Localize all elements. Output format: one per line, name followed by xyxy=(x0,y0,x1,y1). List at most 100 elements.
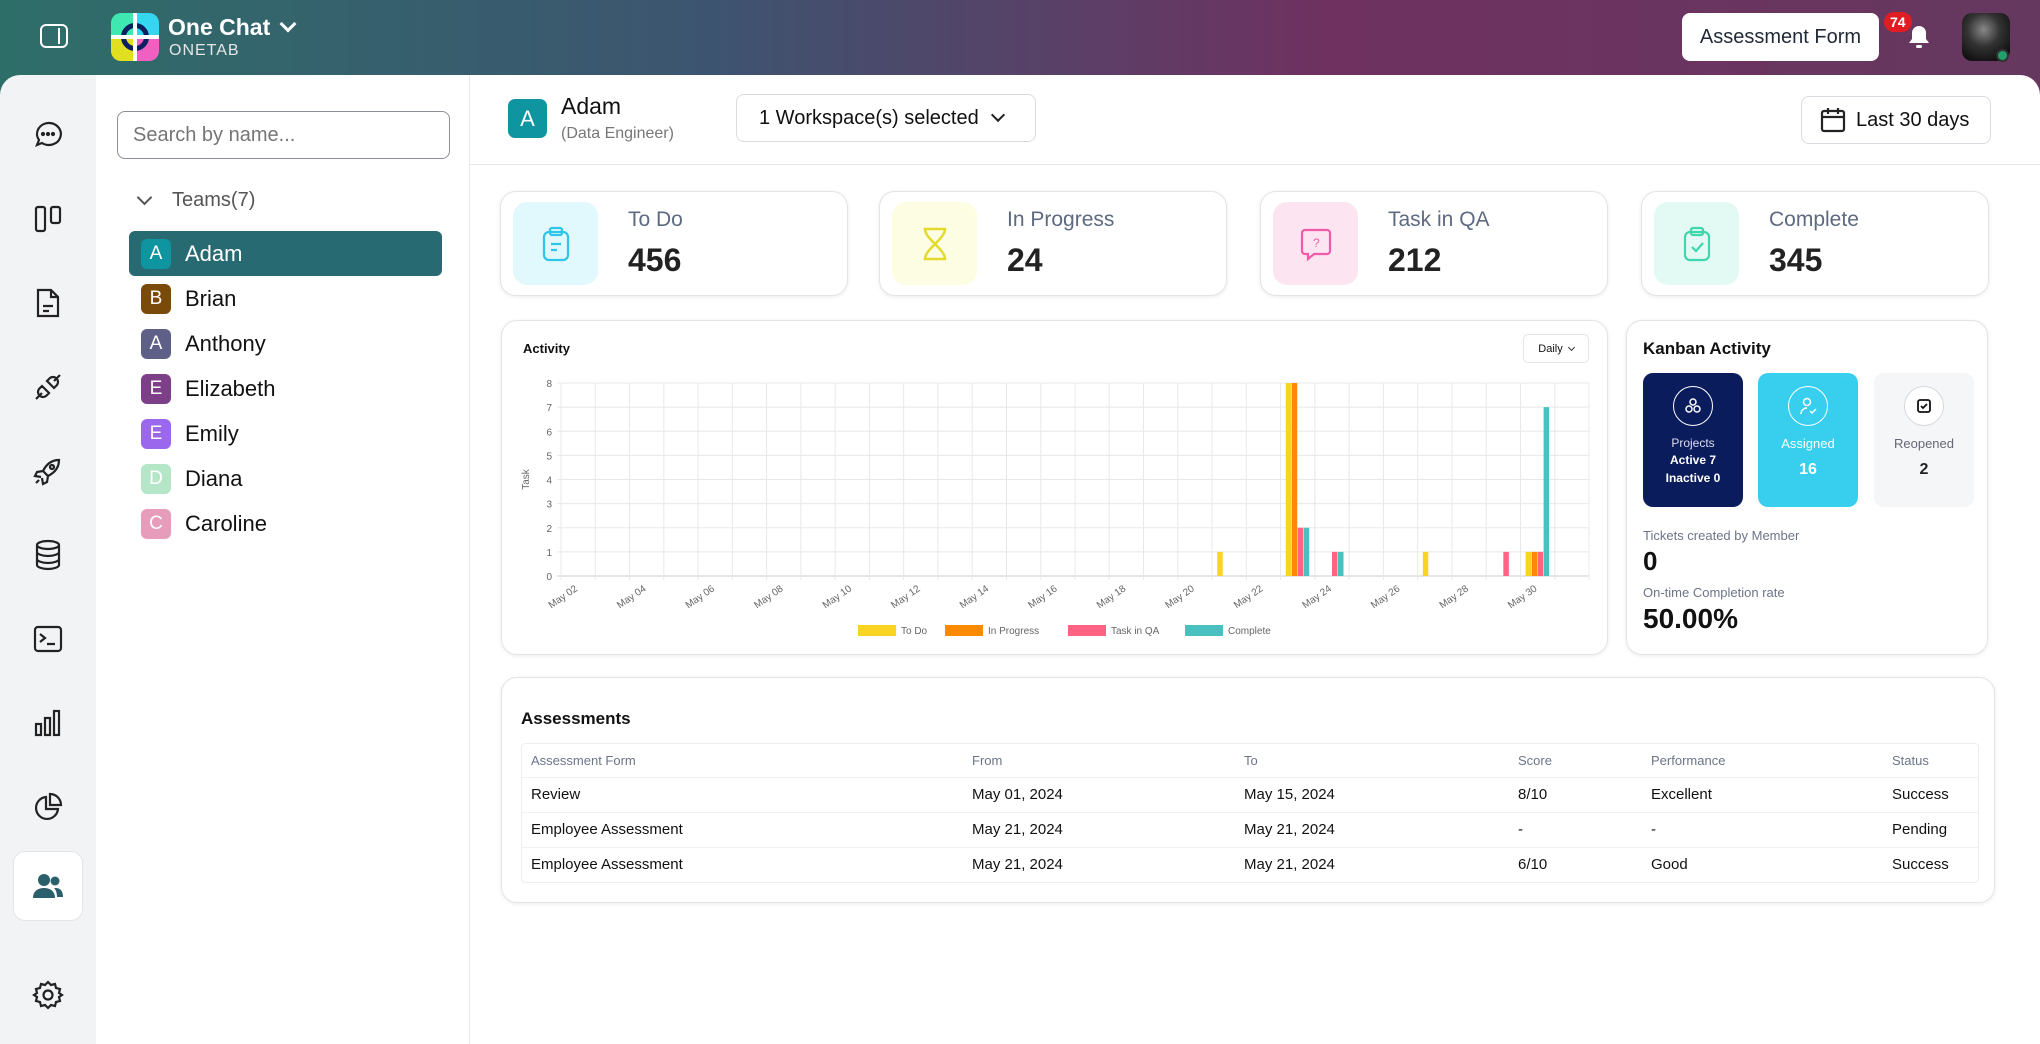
stat-card-complete[interactable]: Complete 345 xyxy=(1641,191,1989,296)
reopened-tile[interactable]: Reopened 2 xyxy=(1874,373,1974,507)
table-cell: May 21, 2024 xyxy=(963,846,1235,882)
table-cell: Employee Assessment xyxy=(522,811,963,847)
bar-complete xyxy=(1338,551,1344,576)
stat-value: 24 xyxy=(1007,242,1043,278)
column-header: Score xyxy=(1518,752,1552,768)
team-member-item[interactable]: D Diana xyxy=(129,456,442,501)
team-member-item[interactable]: C Caroline xyxy=(129,501,442,546)
bar-to-do xyxy=(1422,551,1429,576)
workspace-select[interactable]: 1 Workspace(s) selected xyxy=(736,94,1036,142)
team-member-item[interactable]: B Brian xyxy=(129,276,442,321)
clipboard-icon xyxy=(513,202,598,285)
assessment-form-button[interactable]: Assessment Form xyxy=(1682,13,1879,61)
database-icon[interactable] xyxy=(28,535,68,575)
member-avatar: A xyxy=(141,238,171,269)
member-name: Caroline xyxy=(185,510,267,536)
team-member-item[interactable]: A Anthony xyxy=(129,321,442,366)
rocket-icon[interactable] xyxy=(28,451,68,491)
team-member-item[interactable]: A Adam xyxy=(129,231,442,276)
team-member-item[interactable]: E Emily xyxy=(129,411,442,456)
x-tick-label: May 04 xyxy=(615,583,649,611)
legend-label: In Progress xyxy=(988,626,1039,637)
chat-icon[interactable] xyxy=(28,115,68,155)
bar-task-in-qa xyxy=(1503,551,1509,576)
bar-complete xyxy=(1303,527,1310,576)
x-tick-label: May 16 xyxy=(1026,583,1060,611)
legend-label: Complete xyxy=(1228,626,1271,637)
bar-in-progress xyxy=(1291,383,1298,576)
assessments-table: Assessment Form From To Score Performance Sta… xyxy=(521,743,1979,883)
profile-role: (Data Engineer) xyxy=(561,125,674,142)
legend-swatch xyxy=(858,625,896,636)
chevron-down-icon xyxy=(990,107,1005,123)
app-name[interactable]: One Chat xyxy=(168,14,270,41)
x-tick-label: May 08 xyxy=(752,583,786,611)
pie-chart-icon[interactable] xyxy=(28,787,68,827)
projects-tile[interactable]: Projects Active 7 Inactive 0 xyxy=(1643,373,1743,507)
table-cell: - xyxy=(1509,811,1642,847)
main-content: A Adam (Data Engineer) 1 Workspace(s) se… xyxy=(470,75,2040,1044)
document-icon[interactable] xyxy=(28,283,68,323)
assigned-label: Assigned xyxy=(1781,436,1835,451)
table-row[interactable]: Employee Assessment May 21, 2024 May 21, 2… xyxy=(522,811,1978,847)
legend-swatch xyxy=(1068,625,1106,636)
bar-complete xyxy=(1543,407,1550,576)
completion-label: On-time Completion rate xyxy=(1643,585,1785,600)
profile-avatar: A xyxy=(508,99,547,138)
workspace-name: ONETAB xyxy=(169,42,240,59)
image-icon[interactable] xyxy=(28,619,68,659)
table-cell: Good xyxy=(1642,846,1883,882)
projects-inactive: Inactive 0 xyxy=(1665,471,1721,485)
table-row[interactable]: Review May 01, 2024 May 15, 2024 8/10 Excell… xyxy=(522,776,1978,812)
x-tick-label: May 24 xyxy=(1301,583,1335,611)
bar-task-in-qa xyxy=(1537,551,1544,576)
member-avatar: E xyxy=(141,373,171,404)
chevron-down-icon[interactable] xyxy=(279,15,297,33)
member-avatar: B xyxy=(141,283,171,314)
date-range-button[interactable]: Last 30 days xyxy=(1801,96,1991,144)
x-tick-label: May 30 xyxy=(1506,583,1540,611)
tickets-value: 0 xyxy=(1643,546,1658,576)
stat-card-in-progress[interactable]: In Progress 24 xyxy=(879,191,1227,296)
bell-icon[interactable] xyxy=(1908,24,1930,55)
stat-label: Task in QA xyxy=(1388,208,1490,231)
projects-active: Active 7 xyxy=(1669,453,1717,467)
stat-value: 212 xyxy=(1388,242,1442,278)
plug-icon[interactable] xyxy=(28,367,68,407)
chevron-down-icon[interactable] xyxy=(136,189,153,206)
x-tick-label: May 02 xyxy=(547,583,581,611)
bar-in-progress xyxy=(1531,551,1538,576)
sidebar-toggle-icon[interactable] xyxy=(40,24,68,48)
stat-card-task-in-qa[interactable]: ? Task in QA 212 xyxy=(1260,191,1608,296)
stat-value: 345 xyxy=(1769,242,1823,278)
teams-group-label[interactable]: Teams(7) xyxy=(172,189,255,212)
member-avatar: E xyxy=(141,418,171,449)
assessments-card: Assessments Assessment Form From To Score Pe… xyxy=(501,677,1995,903)
search-input[interactable] xyxy=(117,111,450,159)
notification-badge: 74 xyxy=(1884,12,1912,32)
assigned-value: 16 xyxy=(1799,461,1817,478)
table-row[interactable]: Employee Assessment May 21, 2024 May 21, 2… xyxy=(522,846,1978,882)
stat-card-to-do[interactable]: To Do 456 xyxy=(500,191,848,296)
assigned-tile[interactable]: Assigned 16 xyxy=(1758,373,1858,507)
board-icon[interactable] xyxy=(28,199,68,239)
legend-swatch xyxy=(1185,625,1223,636)
bar-task-in-qa xyxy=(1297,527,1304,576)
bar-to-do xyxy=(1217,551,1223,576)
reopened-value: 2 xyxy=(1919,461,1929,478)
question-chat-icon: ? xyxy=(1273,202,1358,285)
kanban-activity-card: Kanban Activity Projects Active 7 Inacti… xyxy=(1626,320,1988,655)
table-cell: May 01, 2024 xyxy=(963,776,1235,812)
bar-chart-icon[interactable] xyxy=(28,703,68,743)
users-icon[interactable] xyxy=(13,851,83,921)
table-cell: Pending xyxy=(1883,811,1978,847)
workspace-select-value: 1 Workspace(s) selected xyxy=(759,106,979,129)
kanban-title: Kanban Activity xyxy=(1643,339,1771,358)
x-tick-label: May 28 xyxy=(1438,583,1472,611)
y-tick-label: 6 xyxy=(546,427,552,438)
gear-icon[interactable] xyxy=(28,975,68,1015)
column-header: Status xyxy=(1892,752,1929,768)
y-tick-label: 4 xyxy=(546,476,552,487)
bar-task-in-qa xyxy=(1332,551,1338,576)
team-member-item[interactable]: E Elizabeth xyxy=(129,366,442,411)
